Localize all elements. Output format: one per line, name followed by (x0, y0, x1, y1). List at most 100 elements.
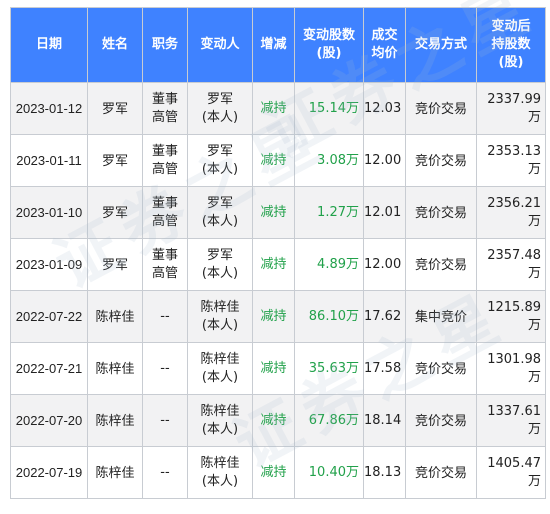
cell-person: 陈梓佳 (本人) (187, 342, 253, 395)
cell-change: 减持 (252, 342, 295, 395)
cell-method: 集中竞价 (405, 290, 477, 343)
cell-person: 罗军 (本人) (187, 238, 253, 291)
cell-line: 董事 (151, 247, 178, 263)
cell-method: 竞价交易 (405, 238, 477, 291)
cell-line: (本人) (201, 109, 239, 125)
cell-line: 变动股数 (302, 28, 355, 43)
cell-method: 竞价交易 (405, 394, 477, 447)
cell-line: 陈梓佳 (200, 299, 240, 315)
cell-line: 高管 (151, 109, 178, 125)
table-row: 2023-01-09 罗军 董事 高管 罗军 (本人) 减持 4.89万 12.00 竞价交易 23… (10, 238, 546, 291)
cell-line: 姓名 (101, 37, 128, 52)
cell-line: 董事 (151, 143, 178, 159)
header-row: 日期 姓名 职务 变动人 增减 变动股数 (股) 成交 均价 交易方式 变动后 持股数 (股) (10, 7, 546, 83)
cell-person: 罗军 (本人) (187, 82, 253, 135)
cell-title: 董事 高管 (142, 186, 188, 239)
cell-title: 董事 高管 (142, 134, 188, 187)
cell-person: 罗军 (本人) (187, 134, 253, 187)
cell-change: 减持 (252, 290, 295, 343)
cell-date: 2023-01-10 (10, 186, 88, 239)
cell-method: 竞价交易 (405, 134, 477, 187)
cell-after: 2356.21万 (476, 186, 546, 239)
cell-date: 2023-01-11 (10, 134, 88, 187)
cell-line: 成交 (371, 28, 398, 43)
cell-price: 12.00 (363, 134, 406, 187)
cell-name: 罗军 (87, 186, 143, 239)
cell-line: -- (160, 308, 170, 324)
cell-line: 陈梓佳 (200, 455, 240, 471)
cell-after: 2357.48万 (476, 238, 546, 291)
cell-name: 罗军 (87, 238, 143, 291)
header-method: 交易方式 (405, 7, 477, 83)
cell-line: 变动后 (491, 19, 531, 34)
cell-date: 2023-01-09 (10, 238, 88, 291)
cell-name: 罗军 (87, 82, 143, 135)
cell-name: 陈梓佳 (87, 446, 143, 499)
cell-line: 持股数 (491, 37, 531, 52)
header-shares: 变动股数 (股) (294, 7, 364, 83)
cell-price: 17.62 (363, 290, 406, 343)
cell-change: 减持 (252, 446, 295, 499)
cell-line: 高管 (151, 213, 178, 229)
cell-line: -- (160, 464, 170, 480)
table-row: 2022-07-21 陈梓佳 -- 陈梓佳 (本人) 减持 35.63万 17.58 竞价交易 1… (10, 342, 546, 395)
cell-after: 2353.13万 (476, 134, 546, 187)
header-title: 职务 (142, 7, 188, 83)
cell-line: -- (160, 412, 170, 428)
cell-change: 减持 (252, 238, 295, 291)
cell-person: 陈梓佳 (本人) (187, 446, 253, 499)
table-row: 2023-01-10 罗军 董事 高管 罗军 (本人) 减持 1.27万 12.01 竞价交易 23… (10, 186, 546, 239)
cell-line: (股) (498, 55, 524, 70)
cell-line: 增减 (260, 37, 287, 52)
cell-date: 2023-01-12 (10, 82, 88, 135)
cell-line: (本人) (201, 161, 239, 177)
cell-date: 2022-07-22 (10, 290, 88, 343)
cell-price: 17.58 (363, 342, 406, 395)
cell-line: 陈梓佳 (200, 351, 240, 367)
cell-line: 董事 (151, 91, 178, 107)
table-header: 日期 姓名 职务 变动人 增减 变动股数 (股) 成交 均价 交易方式 变动后 持股数 (股) (10, 7, 546, 83)
cell-line: 罗军 (206, 247, 233, 263)
cell-line: 高管 (151, 161, 178, 177)
cell-shares: 67.86万 (294, 394, 364, 447)
cell-price: 12.03 (363, 82, 406, 135)
cell-person: 陈梓佳 (本人) (187, 290, 253, 343)
cell-change: 减持 (252, 394, 295, 447)
table-row: 2023-01-12 罗军 董事 高管 罗军 (本人) 减持 15.14万 12.03 竞价交易 2… (10, 82, 546, 135)
cell-shares: 1.27万 (294, 186, 364, 239)
cell-line: -- (160, 360, 170, 376)
cell-line: (本人) (201, 421, 239, 437)
cell-name: 陈梓佳 (87, 290, 143, 343)
cell-after: 1215.89万 (476, 290, 546, 343)
cell-price: 18.13 (363, 446, 406, 499)
cell-name: 陈梓佳 (87, 342, 143, 395)
header-change: 增减 (252, 7, 295, 83)
cell-method: 竞价交易 (405, 82, 477, 135)
cell-title: 董事 高管 (142, 238, 188, 291)
header-date: 日期 (10, 7, 88, 83)
cell-shares: 4.89万 (294, 238, 364, 291)
cell-after: 2337.99万 (476, 82, 546, 135)
cell-after: 1405.47万 (476, 446, 546, 499)
cell-price: 12.00 (363, 238, 406, 291)
table-row: 2022-07-19 陈梓佳 -- 陈梓佳 (本人) 减持 10.40万 18.13 竞价交易 1… (10, 446, 546, 499)
cell-line: 交易方式 (414, 37, 467, 52)
cell-shares: 35.63万 (294, 342, 364, 395)
cell-shares: 86.10万 (294, 290, 364, 343)
cell-name: 罗军 (87, 134, 143, 187)
cell-line: 高管 (151, 265, 178, 281)
cell-date: 2022-07-20 (10, 394, 88, 447)
cell-line: 日期 (35, 37, 62, 52)
cell-person: 陈梓佳 (本人) (187, 394, 253, 447)
cell-title: -- (142, 394, 188, 447)
cell-date: 2022-07-21 (10, 342, 88, 395)
cell-line: 董事 (151, 195, 178, 211)
cell-line: (本人) (201, 317, 239, 333)
cell-line: 均价 (371, 46, 398, 61)
cell-line: 变动人 (200, 37, 240, 52)
header-after: 变动后持股数 (股) (476, 7, 546, 83)
cell-shares: 15.14万 (294, 82, 364, 135)
cell-person: 罗军 (本人) (187, 186, 253, 239)
cell-line: (本人) (201, 473, 239, 489)
table-row: 2022-07-20 陈梓佳 -- 陈梓佳 (本人) 减持 67.86万 18.14 竞价交易 1… (10, 394, 546, 447)
